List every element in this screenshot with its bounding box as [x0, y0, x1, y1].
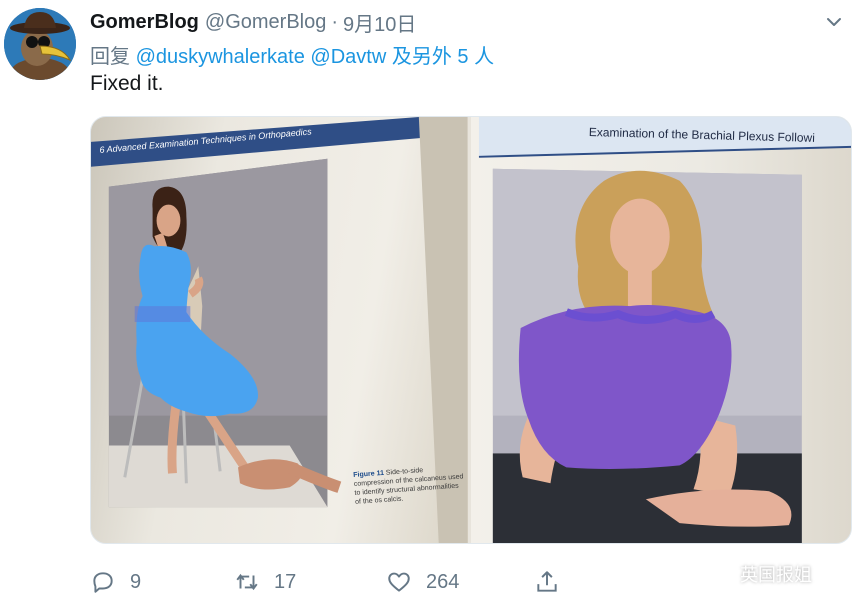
reply-context: 回复 @duskywhalerkate @Davtw 及另外 5 人	[90, 40, 494, 69]
book-page-right-illustration	[478, 117, 851, 543]
like-count: 264	[426, 570, 460, 593]
watermark-text: 英国报姐	[740, 565, 812, 585]
tweet-date[interactable]: 9月10日	[343, 8, 416, 37]
retweet-icon	[236, 573, 258, 591]
share-icon	[537, 571, 557, 592]
wechat-icon	[701, 563, 733, 585]
reply-button[interactable]: 9	[90, 562, 141, 602]
separator-dot: ·	[331, 10, 339, 33]
more-mentions-link[interactable]: 及另外 5 人	[392, 46, 494, 68]
reply-prefix: 回复	[90, 46, 130, 68]
retweet-count: 17	[274, 570, 297, 593]
share-button[interactable]	[534, 562, 560, 602]
chevron-down-icon[interactable]	[824, 12, 844, 32]
purple-top-overlay	[518, 304, 732, 469]
figure-caption: Figure 11 Side-to-side compression of th…	[353, 463, 465, 507]
media-photo-right[interactable]: Examination of the Brachial Plexus Follo…	[470, 117, 851, 543]
media-photo-left[interactable]: 6 Advanced Examination Techniques in Ort…	[91, 117, 468, 543]
tweet-media[interactable]: 6 Advanced Examination Techniques in Ort…	[90, 116, 852, 544]
user-handle[interactable]: @GomerBlog	[205, 11, 326, 34]
watermark: 英国报姐	[700, 560, 812, 588]
like-button[interactable]: 264	[386, 562, 459, 602]
tweet-header: GomerBlog @GomerBlog · 9月10日	[90, 8, 416, 36]
heart-icon	[388, 572, 410, 592]
page-number: 6	[99, 144, 105, 155]
caption-title: Figure 11	[353, 469, 385, 479]
display-name[interactable]: GomerBlog	[90, 11, 199, 34]
pelican-doctor-avatar-icon	[4, 8, 76, 80]
reply-icon	[93, 572, 113, 593]
reply-count: 9	[130, 570, 142, 593]
retweet-button[interactable]: 17	[234, 562, 296, 602]
tweet[interactable]: GomerBlog @GomerBlog · 9月10日 回复 @duskywh…	[0, 0, 852, 611]
mention-link[interactable]: @Davtw	[310, 46, 386, 68]
mention-link[interactable]: @duskywhalerkate	[136, 46, 305, 68]
avatar[interactable]	[4, 8, 76, 80]
tweet-text: Fixed it.	[90, 72, 164, 95]
